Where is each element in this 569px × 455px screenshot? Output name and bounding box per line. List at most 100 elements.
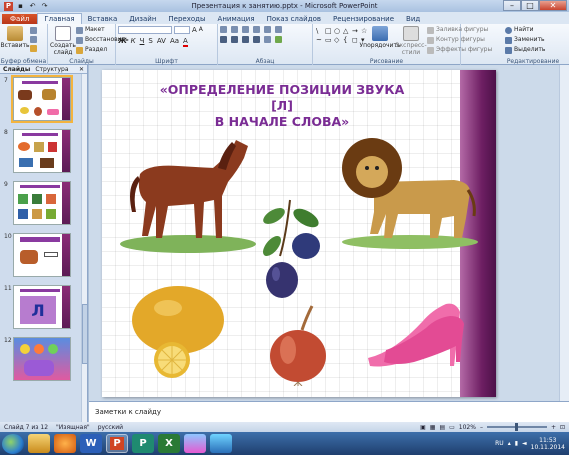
slide-title[interactable]: «ОПРЕДЕЛЕНИЕ ПОЗИЦИИ ЗВУКА [Л] В НАЧАЛЕ … (152, 82, 412, 130)
explorer-icon[interactable] (28, 434, 50, 453)
shape-line-icon[interactable]: \ (316, 27, 324, 35)
new-slide-button[interactable]: Создать слайд (50, 26, 76, 56)
shoes-image[interactable] (364, 292, 474, 372)
tray-arrow-icon[interactable]: ▴ (508, 440, 511, 447)
plum-image[interactable] (260, 196, 326, 306)
shape-rrect-icon[interactable]: ▭ (325, 36, 333, 44)
app-icon[interactable] (210, 434, 232, 453)
slide-thumbnail-11[interactable]: Л (13, 285, 71, 329)
strikethrough-icon[interactable]: S (148, 37, 152, 47)
language-tray[interactable]: RU (495, 440, 504, 447)
zoom-out-icon[interactable]: – (480, 424, 483, 431)
columns-icon[interactable] (275, 26, 282, 33)
arrange-button[interactable]: Упорядочить (360, 26, 400, 49)
save-icon[interactable]: ▪ (16, 2, 25, 11)
spacing-icon[interactable]: AV (157, 37, 166, 47)
zoom-level[interactable]: 102% (459, 424, 476, 431)
slide-thumbnail-10[interactable] (13, 233, 71, 277)
align-right-icon[interactable] (242, 36, 249, 43)
scroll-thumb[interactable] (82, 304, 88, 364)
align-left-icon[interactable] (220, 36, 227, 43)
numbering-icon[interactable] (231, 26, 238, 33)
case-icon[interactable]: Aa (170, 37, 179, 47)
slide-canvas[interactable]: «ОПРЕДЕЛЕНИЕ ПОЗИЦИИ ЗВУКА [Л] В НАЧАЛЕ … (102, 70, 496, 397)
volume-icon[interactable]: ◄ (522, 440, 527, 447)
slides-pane-scrollbar[interactable] (81, 74, 88, 422)
tab-transitions[interactable]: Переходы (162, 14, 211, 24)
tab-slides-pane[interactable]: Слайды (3, 66, 30, 73)
slide-thumbnail-9[interactable] (13, 181, 71, 225)
sorter-view-icon[interactable]: ▦ (430, 424, 436, 431)
zoom-in-icon[interactable]: + (551, 424, 556, 431)
powerpoint-logo-icon[interactable]: P (4, 1, 13, 11)
media-player-icon[interactable] (54, 434, 76, 453)
tab-file[interactable]: Файл (2, 14, 38, 24)
slide-thumbnail-8[interactable] (13, 129, 71, 173)
grow-font-icon[interactable]: A (192, 26, 197, 34)
slide-thumbnail-12[interactable] (13, 337, 71, 381)
shape-triangle-icon[interactable]: △ (343, 27, 351, 35)
tab-design[interactable]: Дизайн (123, 14, 162, 24)
excel-icon[interactable]: X (158, 434, 180, 453)
undo-icon[interactable]: ↶ (28, 2, 37, 11)
line-spacing-icon[interactable] (264, 26, 271, 33)
bullets-icon[interactable] (220, 26, 227, 33)
italic-icon[interactable]: К (131, 37, 136, 47)
slide-vertical-scrollbar[interactable] (559, 65, 569, 401)
tab-view[interactable]: Вид (400, 14, 426, 24)
shape-diamond-icon[interactable]: ◇ (334, 36, 342, 44)
copy-icon[interactable] (30, 36, 37, 43)
select-button[interactable]: Выделить (505, 46, 545, 54)
format-painter-icon[interactable] (30, 45, 37, 52)
lemon-image[interactable] (130, 280, 230, 380)
clock[interactable]: 11:53 10.11.2014 (531, 437, 565, 451)
tab-home[interactable]: Главная (37, 13, 82, 24)
increase-indent-icon[interactable] (253, 26, 260, 33)
notes-pane[interactable]: Заметки к слайду (89, 401, 569, 422)
font-name-combo[interactable] (118, 26, 172, 34)
bold-icon[interactable]: Ж (118, 37, 127, 47)
replace-button[interactable]: Заменить (505, 36, 545, 44)
shape-arrow-icon[interactable]: → (352, 27, 360, 35)
shape-curve-icon[interactable]: ~ (316, 36, 324, 44)
slideshow-view-icon[interactable]: ▭ (449, 424, 455, 431)
slide-thumbnail-7[interactable] (11, 75, 73, 123)
onion-image[interactable] (262, 304, 336, 386)
maximize-button[interactable]: □ (521, 0, 539, 11)
lion-image[interactable] (334, 126, 480, 250)
shape-rect-icon[interactable]: □ (325, 27, 333, 35)
tab-insert[interactable]: Вставка (82, 14, 124, 24)
minimize-button[interactable]: – (503, 0, 521, 11)
tab-slideshow[interactable]: Показ слайдов (261, 14, 327, 24)
close-pane-icon[interactable]: ✕ (79, 66, 87, 73)
start-button[interactable] (2, 433, 24, 454)
language-indicator[interactable]: русский (98, 424, 123, 431)
redo-icon[interactable]: ↷ (40, 2, 49, 11)
tab-outline-pane[interactable]: Структура (35, 66, 68, 73)
reading-view-icon[interactable]: ▤ (439, 424, 445, 431)
powerpoint-icon[interactable]: P (106, 434, 128, 453)
shape-brace-icon[interactable]: { (343, 36, 351, 44)
paint-icon[interactable] (184, 434, 206, 453)
close-button[interactable]: ✕ (539, 0, 567, 11)
publisher-icon[interactable]: P (132, 434, 154, 453)
text-direction-icon[interactable] (264, 36, 271, 43)
shape-oval-icon[interactable]: ○ (334, 27, 342, 35)
zoom-slider[interactable] (486, 423, 547, 431)
smartart-icon[interactable] (275, 36, 282, 43)
decrease-indent-icon[interactable] (242, 26, 249, 33)
network-icon[interactable]: ▮ (515, 440, 518, 447)
cut-icon[interactable] (30, 27, 37, 34)
word-icon[interactable]: W (80, 434, 102, 453)
horse-image[interactable] (118, 134, 258, 254)
shrink-font-icon[interactable]: A (199, 26, 203, 34)
normal-view-icon[interactable]: ▣ (420, 424, 426, 431)
quick-styles-button[interactable]: Экспресс-стили (393, 26, 429, 56)
fit-slide-icon[interactable]: ⊡ (560, 424, 565, 431)
paste-button[interactable]: Вставить (0, 26, 30, 49)
underline-icon[interactable]: Ч (140, 37, 145, 47)
align-center-icon[interactable] (231, 36, 238, 43)
tab-animations[interactable]: Анимация (212, 14, 261, 24)
justify-icon[interactable] (253, 36, 260, 43)
font-color-icon[interactable]: A (183, 37, 188, 47)
